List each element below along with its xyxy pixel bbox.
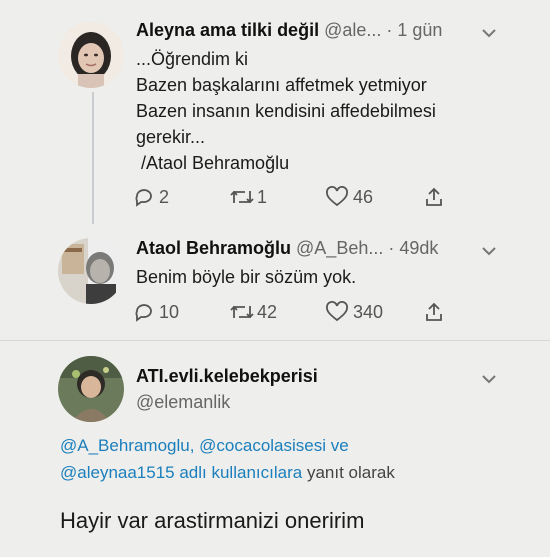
tweet-line: Bazen başkalarını affetmek yetmiyor bbox=[136, 75, 427, 95]
divider bbox=[0, 340, 550, 341]
reply-to-users: @A_Behramoglu, @cocacolasisesi ve bbox=[60, 432, 395, 459]
tweet-thread: Aleyna ama tilki değil @ale... · 1 gün .… bbox=[0, 0, 550, 557]
avatar[interactable] bbox=[58, 356, 124, 422]
tweet-line: gerekir... bbox=[136, 127, 206, 147]
display-name[interactable]: Aleyna ama tilki değil bbox=[136, 20, 319, 40]
tweet-text: ...Öğrendim ki Bazen başkalarını affetme… bbox=[136, 46, 436, 176]
handle[interactable]: @ale... bbox=[324, 20, 381, 40]
reply-to-suffix: yanıt olarak bbox=[306, 463, 395, 482]
reply-icon bbox=[135, 304, 152, 322]
avatar[interactable] bbox=[58, 238, 124, 304]
avatar-image bbox=[58, 238, 124, 304]
reply-context: @A_Behramoglu, @cocacolasisesi ve @aleyn… bbox=[60, 432, 395, 486]
tweet-text: Benim böyle bir sözüm yok. bbox=[136, 264, 356, 290]
tweet-line: /Ataol Behramoğlu bbox=[136, 153, 290, 173]
tweet-actions: 2 1 46 bbox=[133, 186, 445, 208]
reply-header: ATI.evli.kelebekperisi @elemanlik bbox=[136, 366, 318, 413]
retweet-button[interactable]: 42 bbox=[229, 302, 325, 323]
mention-link[interactable]: @A_Behramoglu, @cocacolasisesi ve bbox=[60, 436, 349, 455]
chevron-down-icon[interactable] bbox=[481, 28, 497, 38]
like-count: 340 bbox=[353, 301, 384, 322]
reply-button[interactable]: 10 bbox=[133, 301, 229, 323]
avatar-image bbox=[58, 22, 124, 88]
timestamp[interactable]: · 1 gün bbox=[386, 20, 442, 40]
share-button[interactable] bbox=[423, 301, 445, 323]
retweet-count: 42 bbox=[257, 301, 278, 322]
chevron-down-icon[interactable] bbox=[481, 374, 497, 384]
tweet-line: ...Öğrendim ki bbox=[136, 49, 249, 69]
reply-text: Hayir var arastirmanizi oneririm bbox=[60, 508, 365, 533]
retweet-icon bbox=[230, 305, 254, 319]
avatar-image bbox=[58, 356, 124, 422]
reply-icon bbox=[135, 189, 152, 207]
like-button[interactable]: 46 bbox=[325, 186, 423, 208]
heart-icon bbox=[326, 186, 348, 207]
display-name[interactable]: Ataol Behramoğlu bbox=[136, 238, 291, 258]
tweet-header: Aleyna ama tilki değil @ale... · 1 gün bbox=[136, 20, 442, 41]
reply-count: 10 bbox=[159, 301, 180, 322]
share-button[interactable] bbox=[423, 186, 445, 208]
reply-count: 2 bbox=[159, 186, 170, 207]
handle[interactable]: @A_Beh... bbox=[296, 238, 383, 258]
reply-to-users-line-2: @aleynaa1515 adlı kullanıcılara yanıt ol… bbox=[60, 459, 395, 486]
mention-link[interactable]: @aleynaa1515 adlı kullanıcılara bbox=[60, 463, 302, 482]
chevron-down-icon[interactable] bbox=[481, 246, 497, 256]
tweet-header: Ataol Behramoğlu @A_Beh... · 49dk bbox=[136, 238, 438, 259]
reply-button[interactable]: 2 bbox=[133, 186, 229, 208]
tweet-actions: 10 42 340 bbox=[133, 301, 445, 323]
share-icon bbox=[426, 302, 442, 321]
thread-line bbox=[92, 92, 94, 224]
avatar[interactable] bbox=[58, 22, 124, 88]
share-icon bbox=[426, 187, 442, 206]
timestamp[interactable]: · 49dk bbox=[388, 238, 438, 258]
retweet-count: 1 bbox=[257, 186, 268, 207]
display-name[interactable]: ATI.evli.kelebekperisi bbox=[136, 366, 318, 387]
handle[interactable]: @elemanlik bbox=[136, 392, 318, 413]
heart-icon bbox=[326, 301, 348, 322]
retweet-icon bbox=[230, 190, 254, 204]
retweet-button[interactable]: 1 bbox=[229, 187, 325, 208]
tweet-line: Bazen insanın kendisini affedebilmesi bbox=[136, 101, 436, 121]
like-count: 46 bbox=[353, 186, 374, 207]
tweet-line: Benim böyle bir sözüm yok. bbox=[136, 267, 357, 287]
like-button[interactable]: 340 bbox=[325, 301, 423, 323]
